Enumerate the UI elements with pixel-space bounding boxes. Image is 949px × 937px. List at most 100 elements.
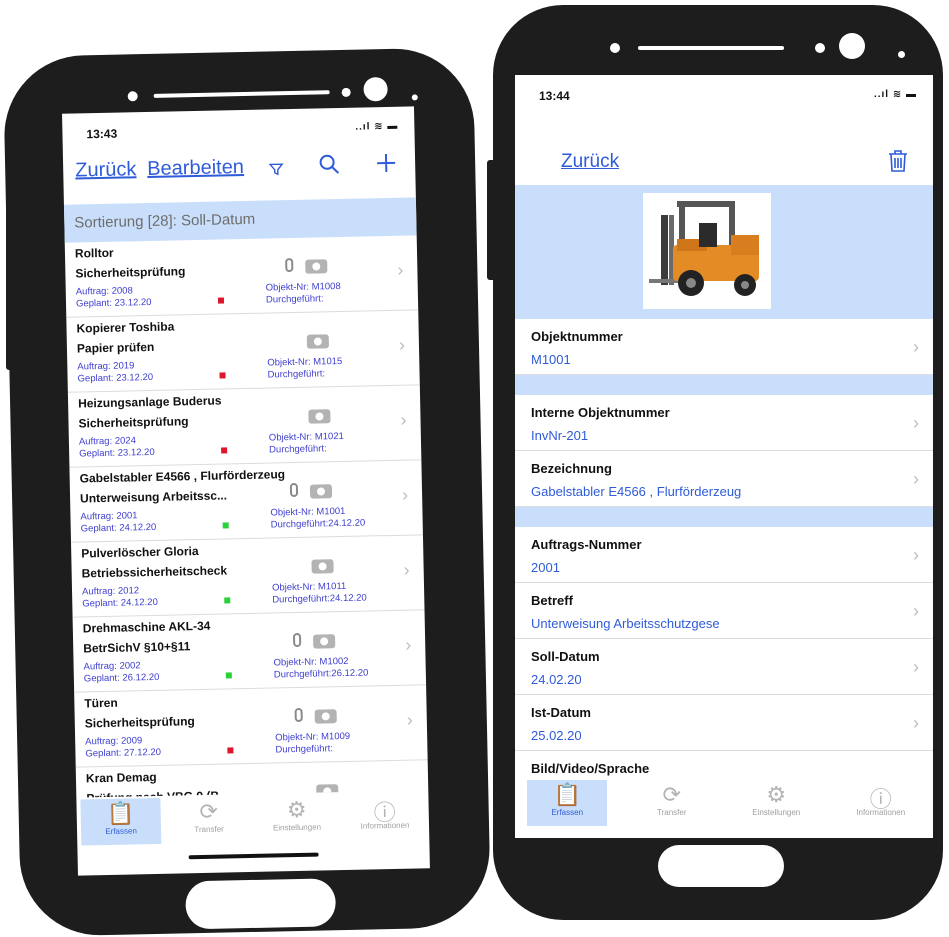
status-indicator: [221, 447, 228, 454]
camera-icon: [306, 334, 330, 349]
tab-informationen[interactable]: ⓘ Informationen: [344, 792, 425, 840]
list-item[interactable]: Heizungsanlage Buderus Sicherheitsprüfung…: [67, 385, 422, 468]
task-object-number: Objekt-Nr: M1001: [270, 505, 346, 519]
list-item[interactable]: Gabelstabler E4566 , Flurförderzeug Unter…: [69, 460, 423, 543]
screen-list: 13:43 ..ıl ≋ ▬ Zurück Bearbeiten Sortier…: [62, 106, 430, 876]
section-divider: [515, 507, 933, 527]
task-order-number: Auftrag: 2009: [85, 735, 143, 748]
tab-label: Einstellungen: [752, 808, 801, 817]
task-order-number: Auftrag: 2001: [80, 510, 138, 523]
tab-einstellungen[interactable]: ⚙ Einstellungen: [736, 780, 816, 826]
task-title: Kran Demag: [85, 769, 157, 786]
sensor-dot: [898, 51, 905, 58]
chevron-right-icon: ›: [913, 469, 919, 489]
speaker-grille: [153, 90, 330, 98]
tab-transfer[interactable]: ⟳ Transfer: [632, 780, 712, 826]
section-divider: [515, 375, 933, 395]
attachment-icon: [289, 482, 299, 498]
edit-button[interactable]: Bearbeiten: [147, 156, 244, 181]
field-label: Interne Objektnummer: [531, 405, 670, 420]
list-item[interactable]: Rolltor Sicherheitsprüfung Auftrag: 2008 Ge…: [64, 235, 419, 318]
task-subtitle: Sicherheitsprüfung: [78, 414, 189, 431]
task-planned-date: Geplant: 26.12.20: [83, 671, 160, 685]
task-order-number: Auftrag: 2024: [78, 435, 137, 448]
chevron-right-icon: ›: [913, 545, 919, 565]
field-value: InvNr-201: [531, 428, 589, 443]
task-done-date: Durchgeführt:24.12.20: [272, 592, 367, 606]
camera-icon: [305, 259, 328, 274]
camera-icon: [308, 409, 331, 424]
task-done-date: Durchgeführt:24.12.20: [270, 517, 366, 531]
field-value: M1001: [531, 352, 571, 367]
chevron-right-icon: ›: [401, 484, 409, 505]
tab-label: Transfer: [657, 808, 687, 817]
forklift-image: [649, 201, 759, 296]
attachment-icon: [294, 707, 303, 723]
status-indicator: [227, 747, 234, 754]
front-camera: [839, 33, 865, 59]
tab-erfassen[interactable]: 📋 Erfassen: [80, 797, 162, 846]
task-done-date: Durchgeführt:26.12.20: [273, 667, 369, 681]
task-object-number: Objekt-Nr: M1011: [271, 580, 347, 594]
field-label: Bild/Video/Sprache: [531, 761, 650, 776]
task-title: Gabelstabler E4566 , Flurförderzeug: [79, 467, 286, 486]
clipboard-icon: 📋: [106, 800, 135, 826]
field-label: Betreff: [531, 593, 573, 608]
detail-row[interactable]: Bezeichnung Gabelstabler E4566 , Flurförd…: [515, 451, 933, 507]
list-item[interactable]: Türen Sicherheitsprüfung Auftrag: 2009 Gepl…: [74, 685, 428, 768]
field-label: Ist-Datum: [531, 705, 591, 720]
tab-erfassen[interactable]: 📋 Erfassen: [527, 780, 608, 826]
add-icon[interactable]: [375, 152, 398, 180]
info-icon: ⓘ: [373, 799, 397, 826]
tab-einstellungen[interactable]: ⚙ Einstellungen: [256, 794, 337, 842]
home-button[interactable]: [185, 878, 337, 930]
camera-icon: [311, 559, 334, 574]
chevron-right-icon: ›: [913, 413, 919, 433]
task-object-number: Objekt-Nr: M1009: [275, 730, 351, 744]
detail-row[interactable]: Auftrags-Nummer 2001 ›: [515, 527, 933, 583]
chevron-right-icon: ›: [403, 559, 410, 580]
detail-row[interactable]: Objektnummer M1001 ›: [515, 319, 933, 375]
detail-row[interactable]: Betreff Unterweisung Arbeitsschutzgese ›: [515, 583, 933, 639]
chevron-right-icon: ›: [913, 769, 919, 776]
task-order-number: Auftrag: 2008: [75, 285, 133, 298]
home-indicator: [188, 852, 319, 860]
attachment-icon: [292, 632, 302, 648]
filter-icon[interactable]: [268, 157, 285, 183]
tab-informationen[interactable]: ⓘ Informationen: [841, 780, 921, 826]
chevron-right-icon: ›: [400, 409, 407, 430]
trash-icon[interactable]: [887, 149, 909, 179]
tab-label: Transfer: [194, 824, 224, 835]
detail-row[interactable]: Soll-Datum 24.02.20 ›: [515, 639, 933, 695]
field-label: Bezeichnung: [531, 461, 612, 476]
search-icon[interactable]: [318, 153, 341, 181]
task-title: Heizungsanlage Buderus: [77, 393, 222, 411]
clipboard-icon: 📋: [553, 782, 581, 807]
list-item[interactable]: Drehmaschine AKL-34 BetrSichV §10+§11 Auft…: [72, 610, 427, 693]
chevron-right-icon: ›: [913, 601, 919, 621]
detail-row[interactable]: Interne Objektnummer InvNr-201 ›: [515, 395, 933, 451]
task-planned-date: Geplant: 24.12.20: [80, 521, 157, 535]
task-title: Türen: [84, 695, 118, 711]
chevron-right-icon: ›: [913, 657, 919, 677]
task-planned-date: Geplant: 24.12.20: [82, 596, 158, 610]
chevron-right-icon: ›: [913, 337, 919, 357]
task-done-date: Durchgeführt:: [275, 743, 334, 756]
list-item[interactable]: Kopierer Toshiba Papier prüfen Auftrag: 20…: [66, 310, 420, 393]
task-done-date: Durchgeführt:: [265, 293, 324, 306]
list-item[interactable]: Pulverlöscher Gloria Betriebssicherheitsc…: [71, 535, 425, 618]
back-button[interactable]: Zurück: [75, 158, 137, 182]
task-subtitle: Papier prüfen: [76, 339, 155, 356]
back-button[interactable]: Zurück: [561, 151, 619, 173]
field-value: 2001: [531, 560, 560, 575]
detail-row[interactable]: Bild/Video/Sprache ›: [515, 751, 933, 776]
home-button[interactable]: [658, 845, 784, 887]
field-value: Unterweisung Arbeitsschutzgese: [531, 616, 720, 631]
task-planned-date: Geplant: 27.12.20: [85, 746, 162, 760]
chevron-right-icon: ›: [397, 259, 404, 280]
tab-bar: 📋 Erfassen ⟳ Transfer ⚙ Einstellungen ⓘ Informa…: [515, 778, 933, 828]
task-done-date: Durchgeführt:: [269, 443, 327, 456]
detail-row[interactable]: Ist-Datum 25.02.20 ›: [515, 695, 933, 751]
forklift-photo[interactable]: [643, 193, 771, 309]
tab-transfer[interactable]: ⟳ Transfer: [168, 796, 249, 844]
